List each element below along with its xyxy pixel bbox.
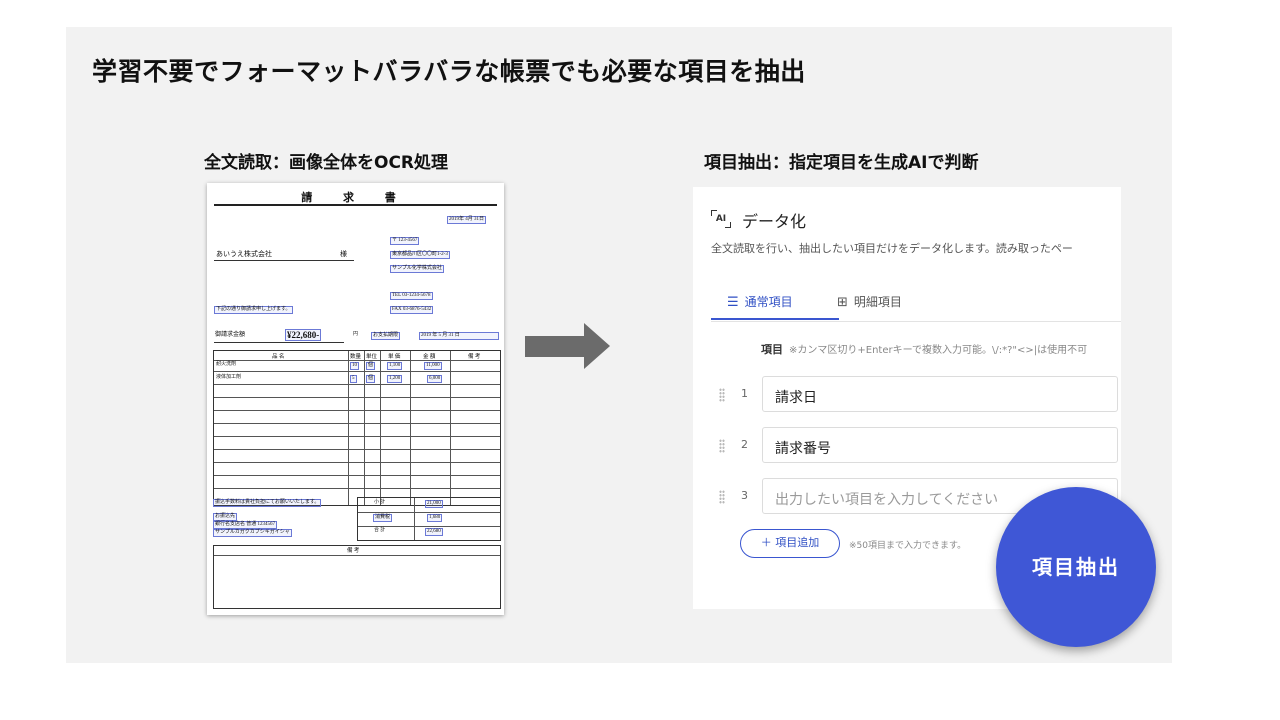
th-total: 金 額 <box>423 354 436 360</box>
subtotal-label: 小 計 <box>374 500 386 505</box>
grand-label: 合 計 <box>374 528 386 533</box>
tab-normal-items[interactable]: ☰ 通常項目 <box>711 293 839 320</box>
item-type-tabs: ☰ 通常項目 ⊞ 明細項目 <box>711 287 1121 322</box>
table-icon: ⊞ <box>837 295 848 310</box>
panel-description: 全文読取を行い、抽出したい項目だけをデータ化します。読み取ったペー <box>711 242 1073 255</box>
ocr-section-title: 全文読取：画像全体をOCR処理 <box>204 153 449 173</box>
ocr-address: 東京都品川区〇〇町1-2-3 <box>390 251 450 259</box>
invoice-title: 請 求 書 <box>301 192 410 204</box>
row2-price: 1,200 <box>387 375 403 383</box>
add-item-note: ※50項目まで入力できます。 <box>849 541 967 551</box>
row1-qty: 10 <box>350 362 359 370</box>
tab-detail-items[interactable]: ⊞ 明細項目 <box>837 293 902 310</box>
tab-detail-label: 明細項目 <box>853 295 902 309</box>
drag-handle-icon[interactable] <box>719 388 725 402</box>
ocr-recipient: あいうえ株式会社 <box>216 250 272 258</box>
item-row: 1 請求日 <box>711 376 1121 414</box>
item-number: 2 <box>741 438 748 451</box>
ocr-grand: 22,680 <box>425 528 443 536</box>
ocr-greeting: 下記の通り御請求申し上げます。 <box>214 306 293 314</box>
amount-underline <box>214 342 344 343</box>
ocr-bank-label: お振込先 <box>213 513 238 521</box>
ocr-due-label: お支払期限 <box>371 332 401 340</box>
slide-headline: 学習不要でフォーマットバラバラな帳票でも必要な項目を抽出 <box>92 57 806 86</box>
ocr-amount-label: 御請求金額 <box>215 332 246 338</box>
invoice-item-table: 品 名 数量 単位 単 価 金 額 備 考 耐火洗剤 10 個 1,100 11… <box>213 350 501 506</box>
th-name: 品 名 <box>272 354 285 360</box>
row1-unit: 個 <box>366 362 376 370</box>
flow-arrow-icon <box>584 323 610 369</box>
ocr-tax-label: 消費税 <box>373 514 393 522</box>
row1-total: 11,000 <box>424 362 442 370</box>
extract-items-button[interactable]: 項目抽出 <box>996 487 1156 647</box>
remarks-box <box>213 545 501 609</box>
remarks-label: 備 考 <box>347 548 360 554</box>
hint-label: 項目 <box>761 343 783 356</box>
th-price: 単 価 <box>388 354 401 360</box>
ocr-due-date: 2019 年 5 月 31 日 <box>419 332 499 340</box>
th-note: 備 考 <box>468 354 481 360</box>
ocr-tax: 1,680 <box>427 514 443 522</box>
extract-section-title: 項目抽出：指定項目を生成AIで判断 <box>704 153 979 173</box>
drag-handle-icon[interactable] <box>719 490 725 504</box>
ocr-yen: 円 <box>353 332 359 337</box>
ocr-amount: ¥22,680- <box>285 329 322 341</box>
ocr-postal: 〒 123-4567 <box>390 237 420 245</box>
drag-handle-icon[interactable] <box>719 439 725 453</box>
item-hint: 項目 ※カンマ区切り+Enterキーで複数入力可能。\/:*?"<>|は使用不可 <box>761 341 1087 357</box>
item-row: 2 請求番号 <box>711 427 1121 465</box>
item-input[interactable]: 請求日 <box>762 376 1118 412</box>
list-icon: ☰ <box>727 295 739 310</box>
ocr-company: サンプル化学株式会社 <box>390 265 444 273</box>
row2-unit: 個 <box>366 375 376 383</box>
ocr-bank: 銀行名支店名 普通 1234567 <box>213 521 278 529</box>
row2-qty: 5 <box>350 375 357 383</box>
tab-normal-label: 通常項目 <box>744 295 793 309</box>
item-number: 1 <box>741 387 748 400</box>
ocr-honorific: 様 <box>340 250 347 258</box>
item-number: 3 <box>741 489 748 502</box>
flow-arrow-body <box>525 336 585 357</box>
ocr-fax: FAX 03-6876-5432 <box>390 306 434 314</box>
ocr-transfer-note: 振込手数料は貴社負担にてお願いいたします。 <box>213 499 322 507</box>
row1-price: 1,100 <box>387 362 403 370</box>
panel-title: データ化 <box>742 212 807 231</box>
ocr-subtotal: 21,000 <box>425 500 443 508</box>
recipient-underline <box>214 260 354 261</box>
ocr-bank-name: サンプルカガクカブシキガイシャ <box>213 529 292 537</box>
row2-name: 液体加工剤 <box>216 375 242 380</box>
row2-total: 6,000 <box>427 375 443 383</box>
item-input[interactable]: 請求番号 <box>762 427 1118 463</box>
invoice-document: 請 求 書 2019年 4月 31日 〒 123-4567 あいうえ株式会社 様… <box>207 183 504 615</box>
th-unit: 単位 <box>366 354 378 360</box>
invoice-title-rule <box>214 204 497 206</box>
th-qty: 数量 <box>350 354 362 360</box>
hint-text: ※カンマ区切り+Enterキーで複数入力可能。\/:*?"<>|は使用不可 <box>789 345 1088 356</box>
ai-icon: AI <box>711 210 731 228</box>
row1-name: 耐火洗剤 <box>216 362 237 367</box>
ocr-tel: TEL 03-1234-5678 <box>390 292 433 300</box>
add-item-button[interactable]: ＋ 項目追加 <box>740 529 840 558</box>
ocr-date: 2019年 4月 31日 <box>447 216 487 224</box>
